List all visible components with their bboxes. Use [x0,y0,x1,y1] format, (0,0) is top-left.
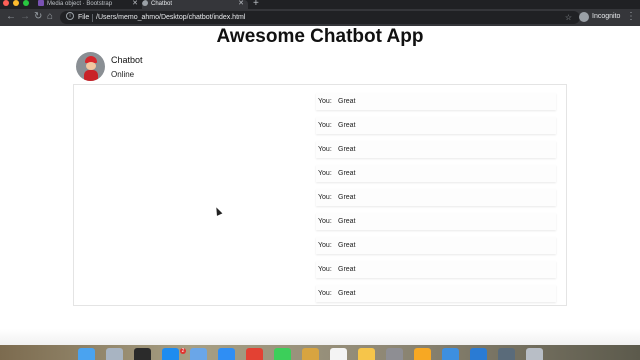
message-text: Great [338,122,356,129]
message-sender: You: [318,146,332,153]
page-title: Awesome Chatbot App [216,26,424,47]
notes-icon[interactable] [302,348,319,360]
bot-avatar [76,52,105,81]
notification-badge: 2 [180,348,186,354]
tab-chatbot[interactable]: Chatbot ✕ [142,0,248,9]
home-icon[interactable]: ⌂ [47,11,53,23]
message-sender: You: [318,218,332,225]
page-footer-shade [0,329,640,345]
downloads-icon[interactable] [498,348,515,360]
chat-message: You: Great [316,117,556,134]
system-preferences-icon[interactable] [386,348,403,360]
new-tab-button[interactable]: + [253,0,259,9]
message-text: Great [338,290,356,297]
forward-arrow-icon[interactable]: → [20,11,30,23]
address-divider [92,14,93,22]
tab-close-icon[interactable]: ✕ [238,0,244,7]
macos-dock [0,345,640,360]
preview-icon[interactable] [190,348,207,360]
message-sender: You: [318,266,332,273]
url-text[interactable]: /Users/memo_ahmo/Desktop/chatbot/index.h… [96,11,245,24]
close-window-icon[interactable] [3,0,9,6]
message-sender: You: [318,98,332,105]
reload-icon[interactable]: ↻ [34,11,42,23]
avatar-body [84,70,98,81]
message-sender: You: [318,194,332,201]
message-text: Great [338,194,356,201]
chrome-icon[interactable] [246,348,263,360]
chat-message: You: Great [316,93,556,110]
message-sender: You: [318,290,332,297]
incognito-icon[interactable] [579,12,589,22]
terminal-icon[interactable] [134,348,151,360]
app-store-icon[interactable] [162,348,179,360]
chat-message: You: Great [316,141,556,158]
chat-message: You: Great [316,285,556,302]
globe-icon [142,0,148,6]
bot-status: Online [111,70,135,79]
vscode-icon[interactable] [470,348,487,360]
message-text: Great [338,242,356,249]
avatar-face [86,62,96,70]
minimize-window-icon[interactable] [13,0,19,6]
photos-icon[interactable] [358,348,375,360]
back-arrow-icon[interactable]: ← [6,11,16,23]
message-text: Great [338,146,356,153]
finder-icon[interactable] [78,348,95,360]
xcode-icon[interactable] [442,348,459,360]
tab-media-object[interactable]: Media object · Bootstrap ✕ [38,0,142,9]
sketch-icon[interactable] [414,348,431,360]
chat-message: You: Great [316,237,556,254]
safari-icon[interactable] [218,348,235,360]
trash-icon[interactable] [526,348,543,360]
message-text: Great [338,218,356,225]
chat-message: You: Great [316,165,556,182]
chat-message: You: Great [316,189,556,206]
message-sender: You: [318,242,332,249]
message-sender: You: [318,122,332,129]
incognito-label[interactable]: Incognito [592,12,620,22]
tab-label: Media object · Bootstrap [47,1,113,7]
chat-message: You: Great [316,213,556,230]
tab-label: Chatbot [151,1,173,7]
info-icon[interactable]: i [66,12,74,20]
message-text: Great [338,98,356,105]
message-text: Great [338,266,356,273]
chat-window[interactable]: You: Great You: Great You: Great You: Great … [73,84,567,306]
zoom-window-icon[interactable] [23,0,29,6]
message-sender: You: [318,170,332,177]
address-bar[interactable]: i File /Users/memo_ahmo/Desktop/chatbot/… [60,11,580,24]
music-icon[interactable] [330,348,347,360]
bootstrap-icon [38,0,44,6]
message-text: Great [338,170,356,177]
url-scheme-label: File [78,14,90,21]
bot-name: Chatbot [111,55,143,65]
tab-close-icon[interactable]: ✕ [132,0,138,7]
browser-menu-icon[interactable]: ⋮ [626,10,636,24]
browser-toolbar: ← → ↻ ⌂ i File /Users/memo_ahmo/Desktop/… [0,9,640,26]
chat-message: You: Great [316,261,556,278]
facetime-icon[interactable] [274,348,291,360]
browser-tab-bar: Media object · Bootstrap ✕ Chatbot ✕ + [0,0,640,9]
bookmark-star-icon[interactable]: ☆ [565,11,572,24]
launchpad-icon[interactable] [106,348,123,360]
